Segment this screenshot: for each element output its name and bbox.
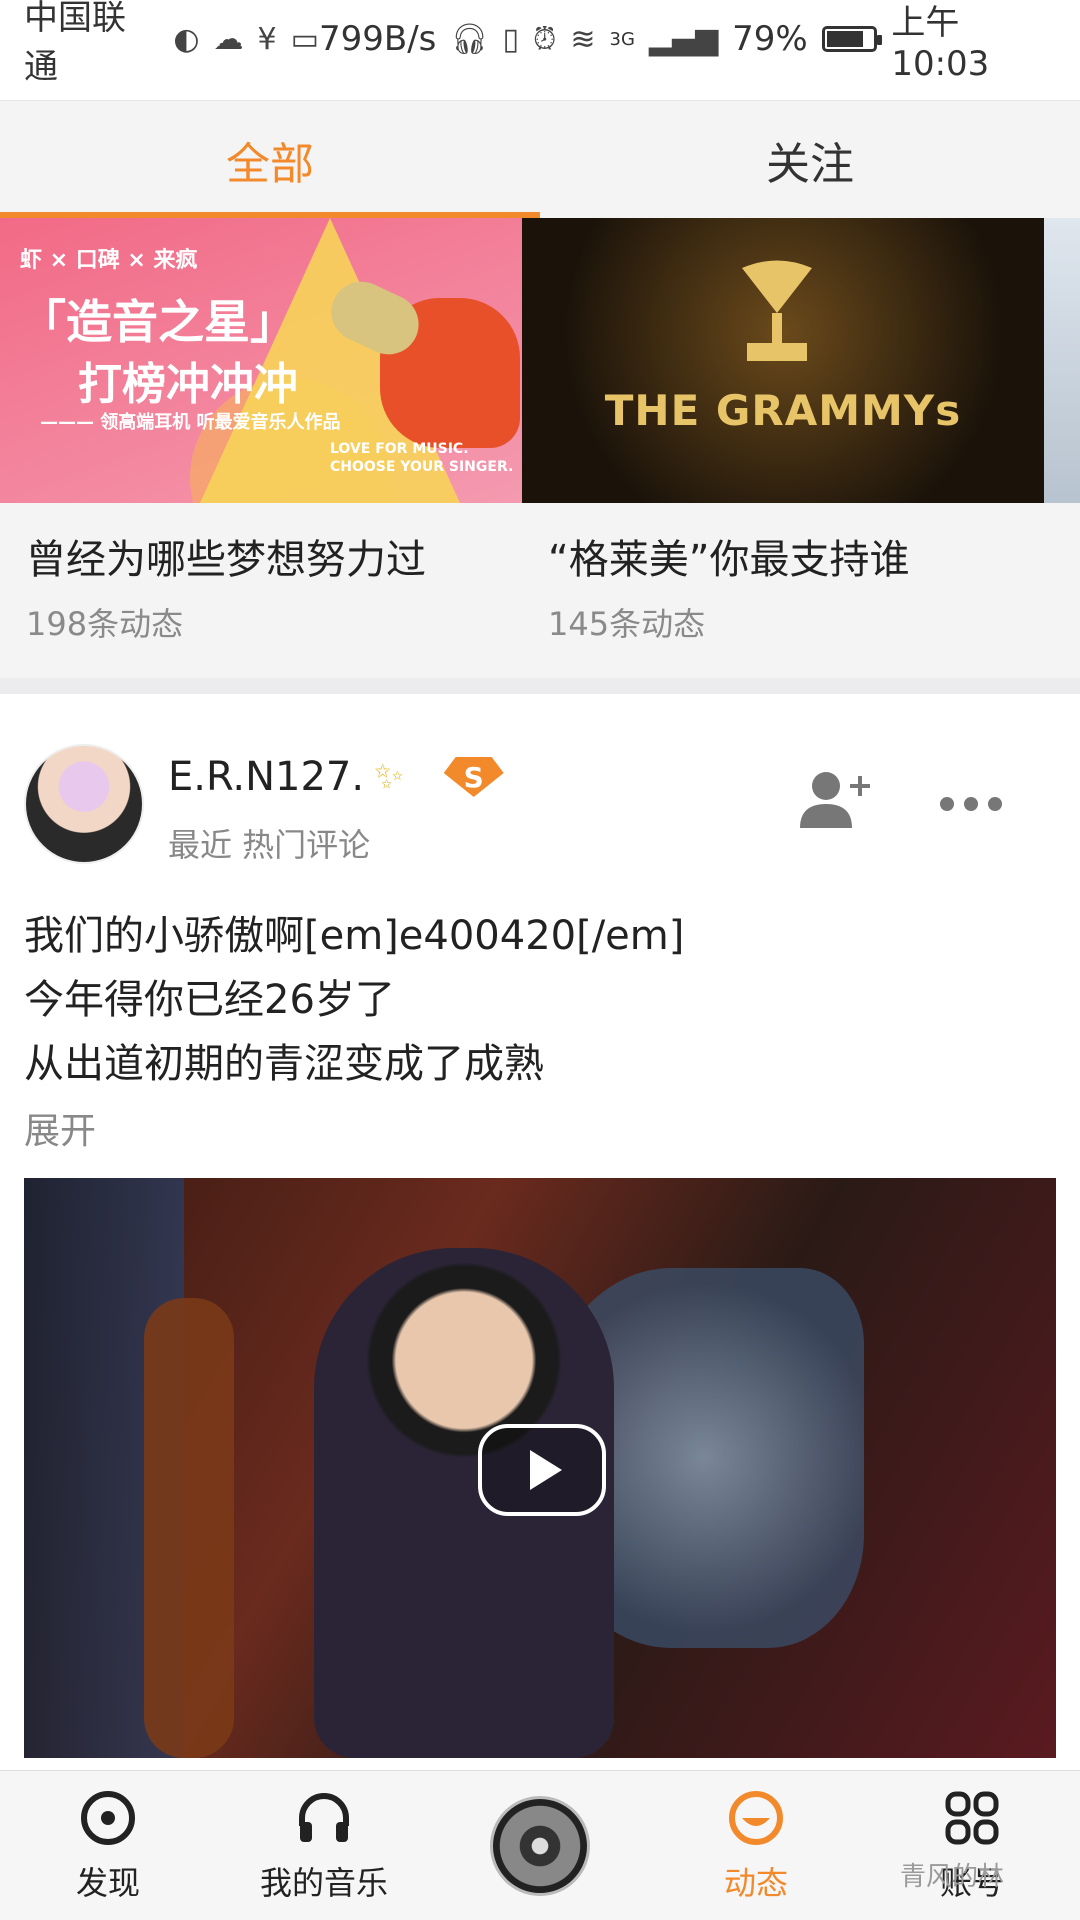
network-type: 3G bbox=[609, 28, 635, 50]
discover-icon bbox=[81, 1790, 135, 1845]
topic-count: 145条动态 bbox=[548, 605, 706, 643]
nav-account[interactable]: 账号 bbox=[864, 1771, 1080, 1920]
signal-icon: ▂▄▆ bbox=[648, 21, 719, 57]
nav-feed[interactable]: 动态 bbox=[648, 1771, 864, 1920]
nav-label: 动态 bbox=[723, 1863, 788, 1902]
clock: 上午10:03 bbox=[891, 2, 990, 84]
weather-icon: ☁ bbox=[213, 21, 244, 57]
nav-discover[interactable]: 发现 bbox=[0, 1771, 216, 1920]
status-bar: 中国联通 ◐ ☁ ¥ ▭ 799B/s 🎧︎ ▯ ⏰︎ ≋ 3G ▂▄▆ 79%… bbox=[0, 0, 1080, 87]
post-body: 我们的小骄傲啊[em]e400420[/em] 今年得你已经26岁了 从出道初期… bbox=[24, 904, 1054, 1096]
vip-badge: S bbox=[443, 757, 504, 797]
watermark: 青风的林 bbox=[900, 1862, 1005, 1892]
banner-subtitle: 打榜冲冲冲 bbox=[78, 359, 298, 410]
banner-title: 「造音之星」 bbox=[20, 295, 296, 349]
topic-title: “格莱美”你最支持谁 bbox=[548, 537, 910, 583]
username[interactable]: E.R.N127. bbox=[168, 754, 364, 800]
play-icon[interactable] bbox=[478, 1424, 606, 1516]
post-line: 今年得你已经26岁了 bbox=[24, 977, 395, 1023]
topic-banner-image: THE GRAMMYs bbox=[522, 218, 1044, 503]
topic-card[interactable]: 虾 × 口碑 × 来疯 「造音之星」 打榜冲冲冲 ——— 领高端耳机 听最爱音乐… bbox=[0, 218, 522, 645]
dot-icon bbox=[940, 797, 954, 811]
banner-brand: 虾 × 口碑 × 来疯 bbox=[20, 248, 198, 273]
banner-slogan: LOVE FOR MUSIC. CHOOSE YOUR SINGER. bbox=[330, 441, 514, 475]
topic-count: 198条动态 bbox=[26, 605, 184, 643]
card-icon: ▭ bbox=[290, 21, 319, 57]
post-line: 我们的小骄傲啊[em]e400420[/em] bbox=[24, 913, 685, 959]
nav-my-music[interactable]: 我的音乐 bbox=[216, 1771, 432, 1920]
battery-percent: 79% bbox=[732, 19, 808, 59]
topic-card[interactable]: THE GRAMMYs “格莱美”你最支持谁 145条动态 bbox=[522, 218, 1044, 645]
nav-label: 发现 bbox=[75, 1863, 140, 1902]
now-playing-disc bbox=[490, 1795, 590, 1896]
sparkle-icon: ✨︎ bbox=[374, 756, 404, 797]
notification-icon: ◐ bbox=[173, 21, 200, 57]
dot-icon bbox=[964, 797, 978, 811]
topic-banner-image: 虾 × 口碑 × 来疯 「造音之星」 打榜冲冲冲 ——— 领高端耳机 听最爱音乐… bbox=[0, 218, 522, 503]
battery-icon bbox=[821, 26, 882, 52]
payment-icon: ¥ bbox=[257, 21, 277, 57]
feed-tabs: 全部 关注 bbox=[0, 100, 1080, 218]
topic-carousel[interactable]: 虾 × 口碑 × 来疯 「造音之星」 打榜冲冲冲 ——— 领高端耳机 听最爱音乐… bbox=[0, 218, 1080, 678]
banner-title: THE GRAMMYs bbox=[604, 386, 962, 435]
carrier-label: 中国联通 bbox=[24, 0, 126, 87]
topic-title: 曾经为哪些梦想努力过 bbox=[26, 537, 426, 583]
wifi-icon: ≋ bbox=[570, 21, 596, 57]
post-video[interactable] bbox=[24, 1178, 1056, 1758]
post-line: 从出道初期的青涩变成了成熟 bbox=[24, 1041, 544, 1087]
nav-label: 我的音乐 bbox=[259, 1863, 388, 1902]
network-speed: 799B/s bbox=[318, 19, 437, 59]
feed-post: E.R.N127. ✨︎ S 最近 热门评论 我们的小骄傲啊[em]e40042… bbox=[0, 694, 1080, 1770]
tab-all[interactable]: 全部 bbox=[0, 101, 540, 218]
headphones-icon bbox=[299, 1792, 349, 1842]
vibrate-icon: ▯ bbox=[502, 21, 519, 57]
dot-icon bbox=[988, 797, 1002, 811]
avatar[interactable] bbox=[24, 744, 144, 864]
topic-banner-image bbox=[1044, 218, 1080, 503]
account-grid-icon bbox=[945, 1791, 999, 1844]
banner-caption: ——— 领高端耳机 听最爱音乐人作品 bbox=[40, 412, 341, 433]
more-options-button[interactable] bbox=[936, 784, 1006, 824]
tab-following[interactable]: 关注 bbox=[540, 101, 1080, 218]
post-author[interactable]: E.R.N127. ✨︎ S bbox=[168, 754, 504, 800]
expand-link[interactable]: 展开 bbox=[24, 1102, 96, 1154]
topic-card[interactable] bbox=[1044, 218, 1080, 645]
bottom-nav: 发现 我的音乐 动态 账号 bbox=[0, 1770, 1080, 1920]
add-friend-icon[interactable] bbox=[796, 766, 876, 836]
nav-now-playing[interactable] bbox=[432, 1771, 648, 1920]
gramophone-icon bbox=[742, 260, 812, 361]
headphones-status-icon: 🎧︎ bbox=[450, 21, 489, 57]
alarm-icon: ⏰︎ bbox=[532, 21, 557, 57]
feed-icon bbox=[729, 1790, 783, 1845]
section-divider bbox=[0, 678, 1080, 694]
post-meta: 最近 热门评论 bbox=[168, 826, 371, 864]
